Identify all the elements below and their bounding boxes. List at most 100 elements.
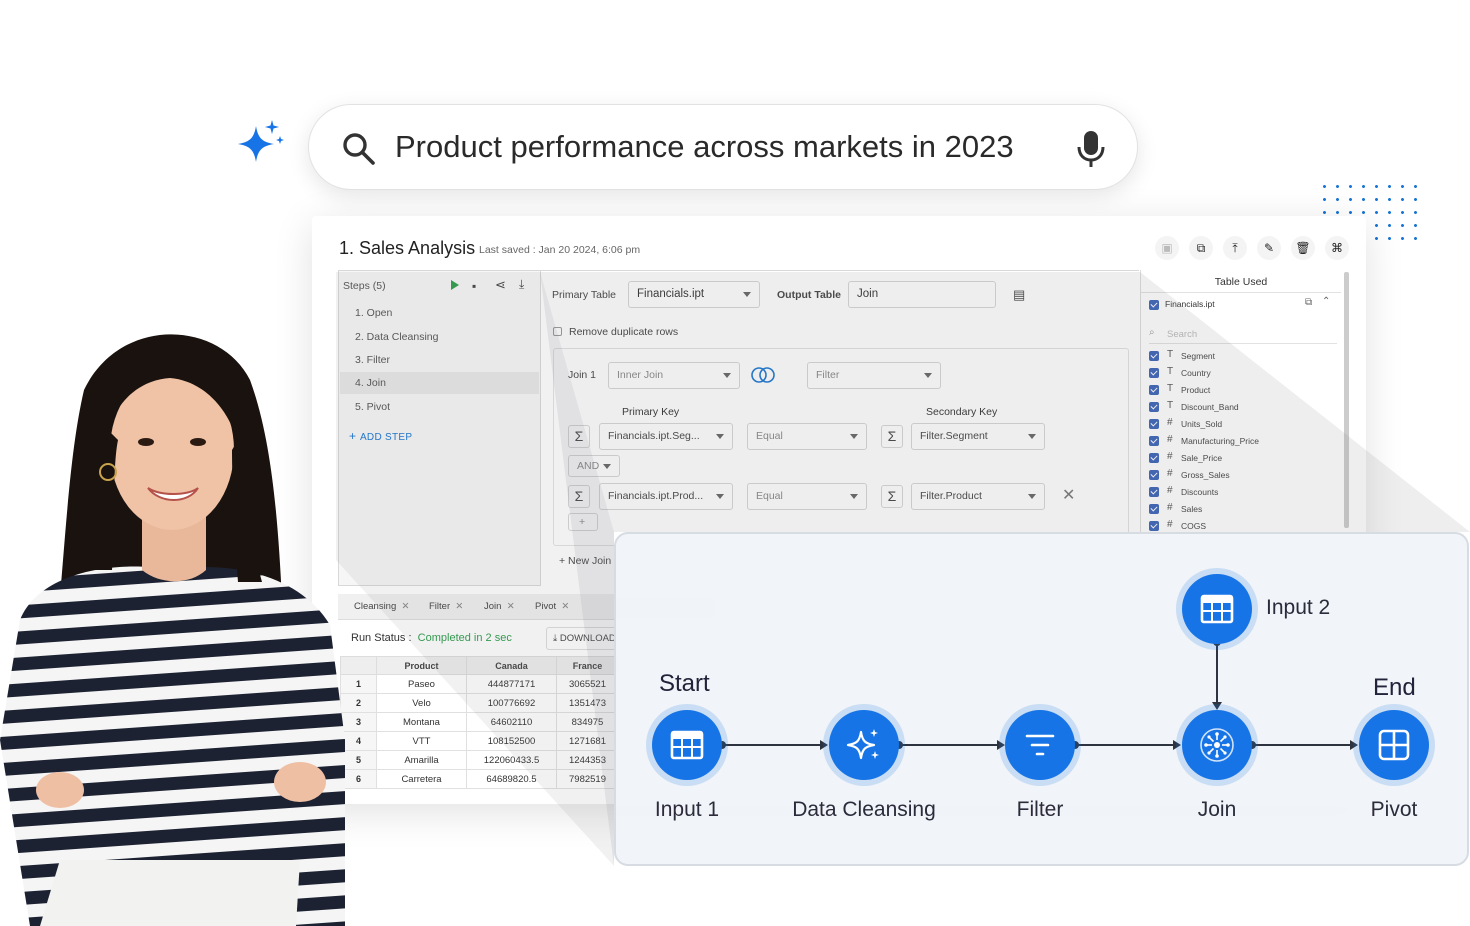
copy-icon[interactable]: ⧉ (1305, 297, 1312, 308)
node-pivot[interactable] (1359, 710, 1429, 780)
copy-icon[interactable]: ⧉ (1189, 236, 1213, 260)
column-checkbox[interactable] (1149, 470, 1159, 480)
share-icon[interactable]: ⋖ (495, 277, 506, 293)
tab-join[interactable]: Join ✕ (484, 601, 515, 612)
column-header[interactable]: Canada (466, 656, 557, 675)
table-row[interactable]: 6 Carretera 64689820.5 7982519 (340, 769, 619, 789)
primary-key-2-value: Financials.ipt.Prod... (608, 490, 704, 502)
primary-key-2-select[interactable]: Financials.ipt.Prod... (599, 483, 733, 510)
workflow-icon[interactable]: ⌘ (1325, 236, 1349, 260)
column-type-icon: T (1167, 400, 1174, 411)
tab-pivot[interactable]: Pivot ✕ (535, 601, 569, 612)
connector-arrow (1212, 702, 1222, 710)
node-input-2[interactable] (1182, 574, 1252, 644)
tab-cleansing[interactable]: Cleansing ✕ (354, 601, 410, 612)
join-with-value: Filter (816, 369, 840, 381)
table-cell: Montana (376, 712, 467, 732)
run-icon[interactable] (451, 280, 459, 290)
download-icon[interactable]: ⤓ (519, 277, 524, 292)
primary-key-1-select[interactable]: Financials.ipt.Seg... (599, 423, 733, 450)
ai-sparkle-icon (238, 120, 284, 162)
node-input-1[interactable] (652, 710, 722, 780)
join-with-select[interactable]: Filter (807, 362, 941, 389)
step-join[interactable]: 4. Join (340, 372, 539, 394)
table-cell: 834975 (556, 712, 619, 732)
sigma-icon[interactable]: Σ (881, 485, 903, 508)
secondary-key-1-select[interactable]: Filter.Segment (911, 423, 1045, 450)
run-status-label: Run Status : (351, 632, 412, 644)
step-pivot[interactable]: 5. Pivot (355, 401, 390, 413)
close-icon[interactable]: ✕ (453, 601, 463, 612)
close-icon[interactable]: ✕ (504, 601, 515, 612)
microphone-icon[interactable] (1073, 129, 1109, 169)
sigma-icon[interactable]: Σ (568, 425, 590, 448)
column-checkbox[interactable] (1149, 419, 1159, 429)
operator-2-select[interactable]: Equal (747, 483, 867, 510)
search-bar[interactable]: Product performance across markets in 20… (308, 104, 1138, 190)
column-checkbox[interactable] (1149, 453, 1159, 463)
download-label: DOWNLOAD (559, 633, 616, 644)
column-name: Discount_Band (1181, 402, 1239, 412)
table-cell: 3065521 (556, 674, 619, 694)
table-icon (670, 730, 704, 760)
column-header[interactable] (340, 656, 377, 675)
remove-duplicates-checkbox[interactable] (553, 327, 562, 336)
column-checkbox[interactable] (1149, 385, 1159, 395)
comment-icon[interactable]: ▤ (1013, 287, 1025, 303)
new-join-button[interactable]: + New Join (559, 555, 611, 567)
join-type-select[interactable]: Inner Join (608, 362, 740, 389)
step-open[interactable]: 1. Open (355, 307, 392, 319)
table-row[interactable]: 3 Montana 64602110 834975 (340, 712, 619, 732)
column-type-icon: # (1167, 468, 1173, 479)
table-row[interactable]: 4 VTT 108152500 1271681 (340, 731, 619, 751)
tab-filter[interactable]: Filter ✕ (429, 601, 463, 612)
table-checkbox[interactable] (1149, 300, 1159, 310)
column-type-icon: # (1167, 519, 1173, 530)
scrollbar[interactable] (1344, 272, 1349, 528)
add-step-button[interactable]: + ADD STEP (349, 429, 412, 443)
primary-table-select[interactable]: Financials.ipt (628, 281, 760, 308)
chevron-down-icon (1028, 434, 1036, 439)
close-icon[interactable]: ✕ (399, 601, 410, 612)
close-icon[interactable]: ✕ (1062, 485, 1075, 505)
save-icon[interactable]: ▪ (472, 279, 476, 293)
node-data-cleansing[interactable] (829, 710, 899, 780)
search-query[interactable]: Product performance across markets in 20… (395, 129, 1014, 165)
upload-icon[interactable]: ⤒ (1223, 236, 1247, 260)
table-icon (1200, 594, 1234, 624)
sigma-icon[interactable]: Σ (881, 425, 903, 448)
delete-icon[interactable]: 🗑 (1291, 236, 1315, 260)
column-header[interactable]: Product (376, 656, 467, 675)
column-checkbox[interactable] (1149, 402, 1159, 412)
add-key-button[interactable]: + (568, 513, 598, 531)
operator-1-select[interactable]: Equal (747, 423, 867, 450)
column-search[interactable]: ⌕ Search (1149, 326, 1337, 344)
column-type-icon: T (1167, 366, 1174, 377)
step-filter[interactable]: 3. Filter (355, 354, 390, 366)
output-table-input[interactable]: Join (848, 281, 996, 308)
table-row[interactable]: 5 Amarilla 122060433.5 1244353 (340, 750, 619, 770)
close-icon[interactable]: ✕ (559, 601, 569, 612)
column-header[interactable]: France (556, 656, 619, 675)
chevron-up-icon[interactable]: ⌃ (1322, 296, 1330, 307)
node-join[interactable] (1182, 710, 1252, 780)
step-data-cleansing[interactable]: 2. Data Cleansing (355, 331, 438, 343)
column-checkbox[interactable] (1149, 521, 1159, 531)
sigma-icon[interactable]: Σ (568, 485, 590, 508)
table-row[interactable]: 1 Paseo 444877171 3065521 (340, 674, 619, 694)
table-row[interactable]: 2 Velo 100776692 1351473 (340, 693, 619, 713)
table-cell: 7982519 (556, 769, 619, 789)
column-checkbox[interactable] (1149, 368, 1159, 378)
output-table-label: Output Table (777, 289, 841, 301)
column-checkbox[interactable] (1149, 351, 1159, 361)
column-checkbox[interactable] (1149, 436, 1159, 446)
column-checkbox[interactable] (1149, 504, 1159, 514)
secondary-key-2-select[interactable]: Filter.Product (911, 483, 1045, 510)
column-checkbox[interactable] (1149, 487, 1159, 497)
node-filter[interactable] (1005, 710, 1075, 780)
image-icon[interactable]: ▣ (1155, 236, 1179, 260)
and-select[interactable]: AND (568, 455, 620, 477)
and-value: AND (577, 460, 600, 472)
edit-icon[interactable]: ✎ (1257, 236, 1281, 260)
plus-icon: + (349, 429, 360, 443)
